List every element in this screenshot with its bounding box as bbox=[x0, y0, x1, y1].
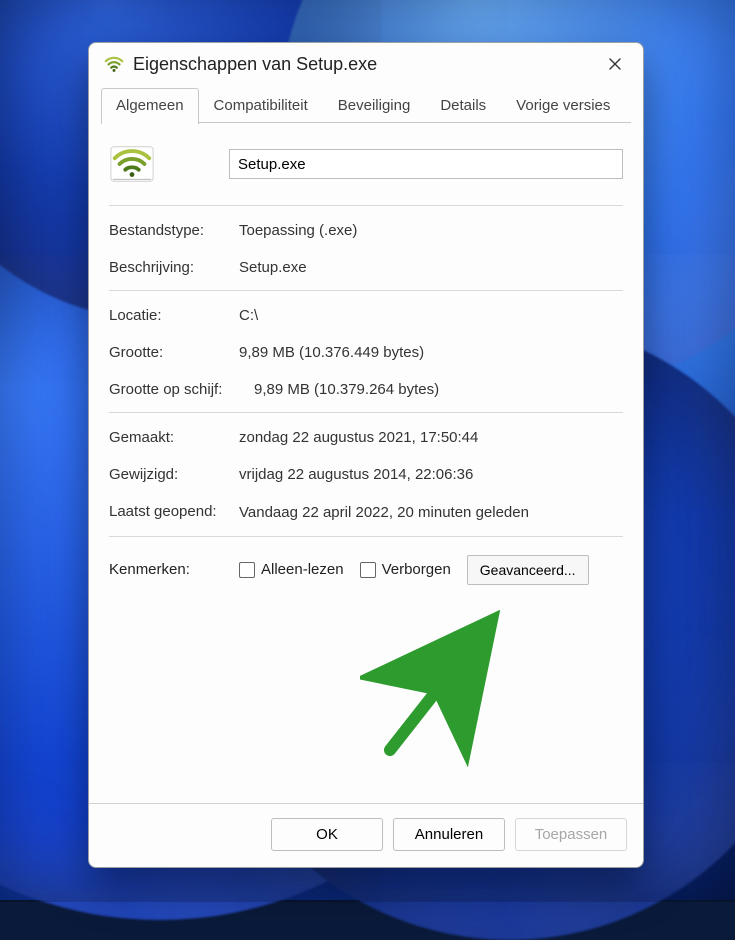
checkbox-hidden-label: Verborgen bbox=[382, 561, 451, 578]
filename-input[interactable] bbox=[229, 149, 623, 179]
checkbox-hidden[interactable]: Verborgen bbox=[360, 561, 451, 578]
close-button[interactable] bbox=[597, 51, 633, 77]
value-location: C:\ bbox=[239, 307, 623, 324]
label-description: Beschrijving: bbox=[109, 259, 239, 276]
label-size: Grootte: bbox=[109, 344, 239, 361]
value-filetype: Toepassing (.exe) bbox=[239, 222, 623, 239]
close-icon bbox=[608, 57, 622, 71]
properties-dialog: Eigenschappen van Setup.exe Algemeen Com… bbox=[88, 42, 644, 868]
label-attributes: Kenmerken: bbox=[109, 555, 239, 578]
label-created: Gemaakt: bbox=[109, 429, 239, 446]
checkbox-icon bbox=[239, 562, 255, 578]
tab-details[interactable]: Details bbox=[425, 88, 501, 124]
tab-security[interactable]: Beveiliging bbox=[323, 88, 426, 124]
checkbox-readonly-label: Alleen-lezen bbox=[261, 561, 344, 578]
label-filetype: Bestandstype: bbox=[109, 222, 239, 239]
general-panel: Bestandstype:Toepassing (.exe) Beschrijv… bbox=[89, 123, 643, 803]
cancel-button[interactable]: Annuleren bbox=[393, 818, 505, 851]
value-size: 9,89 MB (10.376.449 bytes) bbox=[239, 344, 623, 361]
label-location: Locatie: bbox=[109, 307, 239, 324]
tab-previous-versions[interactable]: Vorige versies bbox=[501, 88, 625, 124]
value-accessed: Vandaag 22 april 2022, 20 minuten gelede… bbox=[239, 504, 623, 521]
advanced-button[interactable]: Geavanceerd... bbox=[467, 555, 589, 585]
value-modified: vrijdag 22 augustus 2014, 22:06:36 bbox=[239, 466, 623, 483]
file-type-icon bbox=[109, 141, 155, 187]
filename-row bbox=[109, 137, 623, 201]
window-title: Eigenschappen van Setup.exe bbox=[133, 54, 377, 75]
checkbox-icon bbox=[360, 562, 376, 578]
value-description: Setup.exe bbox=[239, 259, 623, 276]
ok-button[interactable]: OK bbox=[271, 818, 383, 851]
wifi-app-icon bbox=[103, 53, 125, 75]
tabstrip: Algemeen Compatibiliteit Beveiliging Det… bbox=[89, 87, 643, 123]
checkbox-readonly[interactable]: Alleen-lezen bbox=[239, 561, 344, 578]
label-size-on-disk: Grootte op schijf: bbox=[109, 381, 254, 398]
tab-compatibility[interactable]: Compatibiliteit bbox=[199, 88, 323, 124]
titlebar[interactable]: Eigenschappen van Setup.exe bbox=[89, 43, 643, 87]
apply-button[interactable]: Toepassen bbox=[515, 818, 627, 851]
dialog-footer: OK Annuleren Toepassen bbox=[89, 803, 643, 867]
label-accessed: Laatst geopend: bbox=[109, 503, 239, 522]
value-size-on-disk: 9,89 MB (10.379.264 bytes) bbox=[254, 381, 623, 398]
tab-general[interactable]: Algemeen bbox=[101, 88, 199, 124]
value-created: zondag 22 augustus 2021, 17:50:44 bbox=[239, 429, 623, 446]
attributes-row: Kenmerken: Alleen-lezen Verborgen Geavan… bbox=[109, 543, 623, 593]
label-modified: Gewijzigd: bbox=[109, 466, 239, 483]
